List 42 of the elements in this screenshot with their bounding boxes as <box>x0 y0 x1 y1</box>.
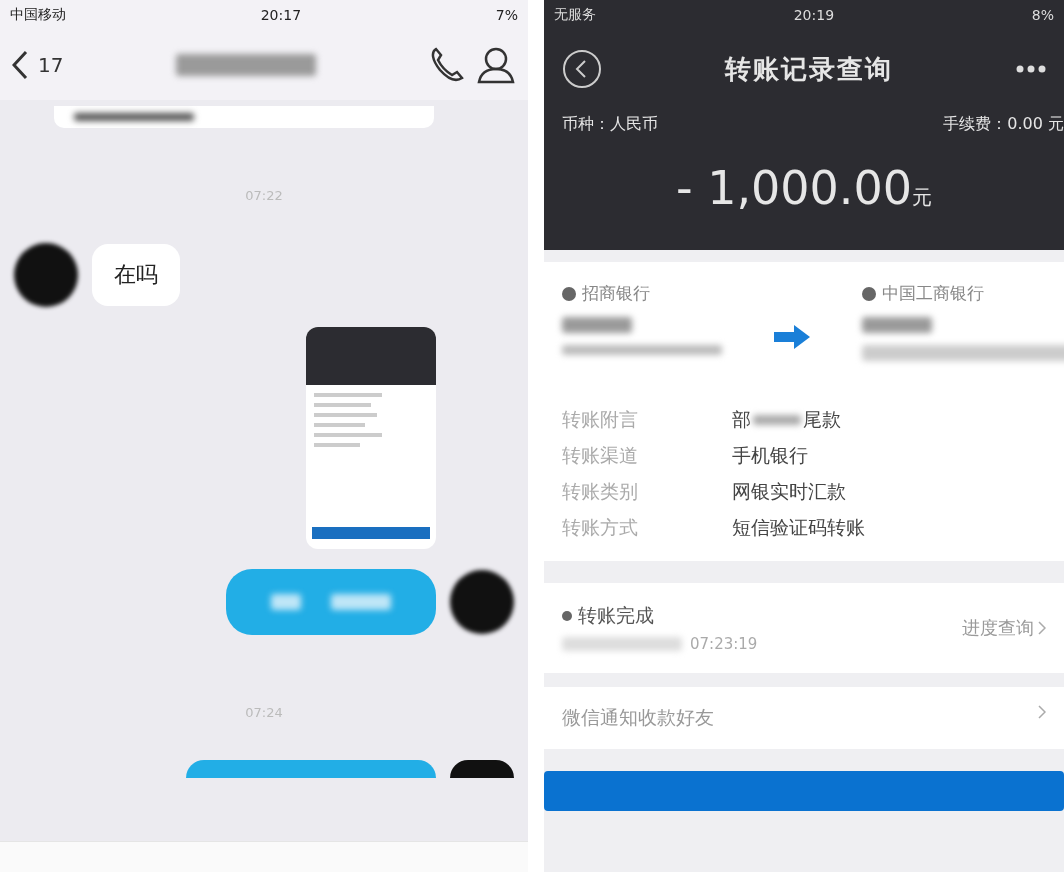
contact-icon[interactable] <box>476 46 516 84</box>
carrier-text: 中国移动 <box>10 6 66 24</box>
blurred-account-name <box>862 317 932 333</box>
carrier-text: 无服务 <box>554 6 596 24</box>
field-label: 转账附言 <box>562 407 639 432</box>
battery-text: 8% <box>1031 7 1054 23</box>
status-dot-icon <box>562 611 572 621</box>
progress-link[interactable]: 进度查询 <box>962 616 1034 640</box>
message-bubble: 在吗 <box>92 244 180 306</box>
status-text: 转账完成 <box>578 603 654 628</box>
status-time: 07:23:19 <box>690 635 758 653</box>
avatar <box>14 243 78 307</box>
chevron-right-icon <box>1038 621 1046 635</box>
receiver-bank: 中国工商银行 <box>862 282 1064 305</box>
page-title: 转账记录查询 <box>725 52 893 86</box>
transfer-amount: - 1,000.00元 <box>674 161 934 215</box>
avatar <box>450 760 514 778</box>
field-label: 转账渠道 <box>562 443 639 468</box>
back-icon[interactable] <box>12 50 28 80</box>
unread-count: 17 <box>38 53 64 77</box>
field-value: 短信验证码转账 <box>732 515 865 540</box>
clock-text: 20:17 <box>260 7 302 23</box>
field-label: 转账类别 <box>562 479 639 504</box>
avatar <box>450 570 514 634</box>
arrow-icon <box>772 322 812 352</box>
clock-text: 20:19 <box>793 7 835 23</box>
currency-text: 币种：人民币 <box>562 114 658 135</box>
chevron-right-icon <box>1038 705 1046 719</box>
notify-friend-row[interactable]: 微信通知收款好友 <box>544 687 1064 749</box>
field-label: 转账方式 <box>562 515 639 540</box>
fee-text: 手续费：0.00 元 <box>943 114 1064 135</box>
sender-bank: 招商银行 <box>562 282 762 305</box>
field-value: 手机银行 <box>732 443 808 468</box>
blurred-account-name <box>562 317 632 333</box>
field-value: 尾款 <box>803 407 841 432</box>
transfer-screenshot-thumbnail[interactable] <box>306 327 436 549</box>
field-value: 部 <box>732 407 751 432</box>
input-bar[interactable] <box>0 841 528 872</box>
field-value: 网银实时汇款 <box>732 479 846 504</box>
blurred-text <box>753 415 801 425</box>
more-icon[interactable] <box>1016 65 1046 73</box>
battery-text: 7% <box>495 7 518 23</box>
